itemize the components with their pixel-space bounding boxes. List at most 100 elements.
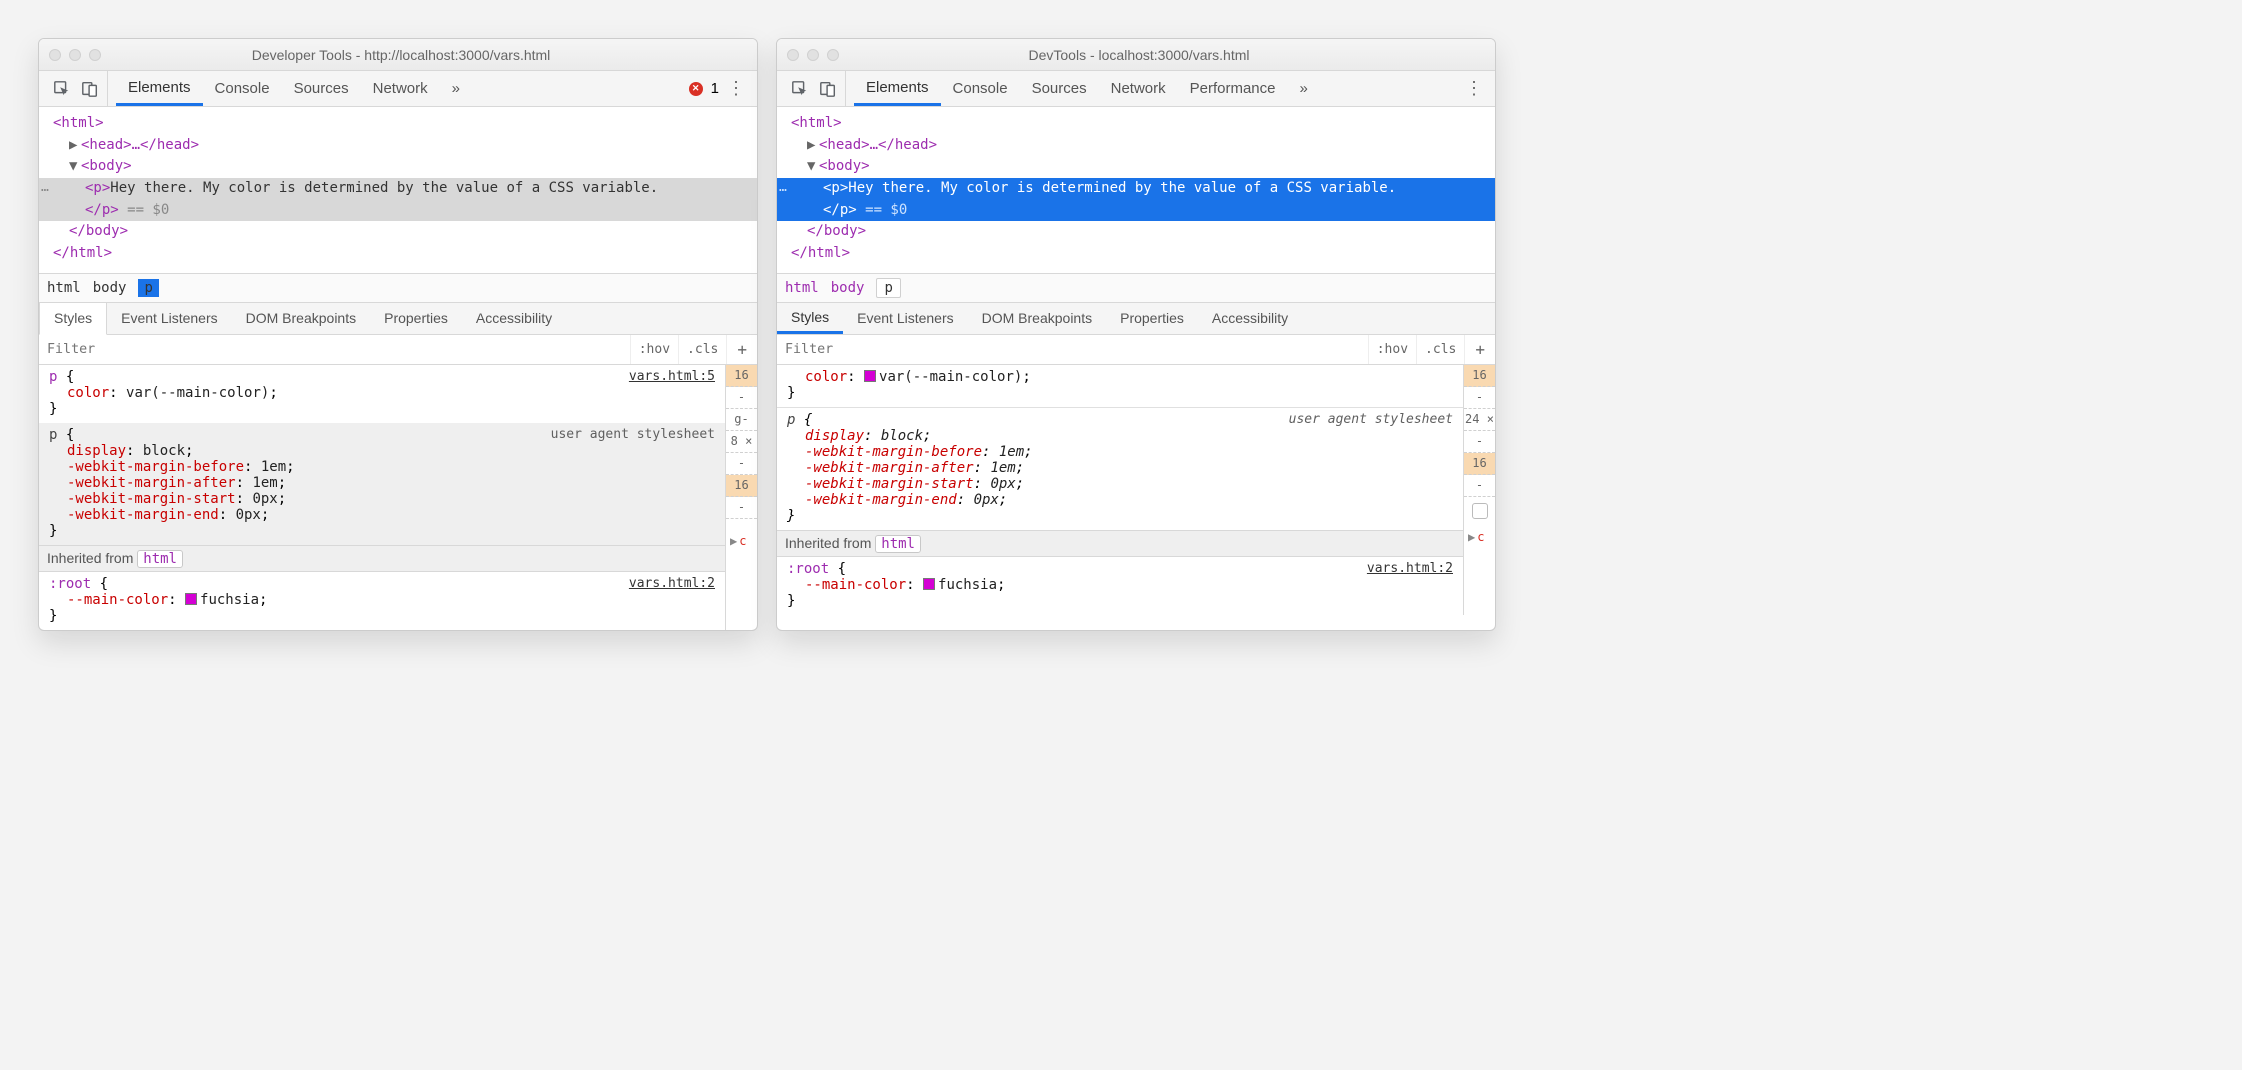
tab-event-listeners[interactable]: Event Listeners: [843, 303, 968, 334]
expand-icon[interactable]: ▶: [69, 135, 81, 157]
style-declaration[interactable]: -webkit-margin-after: 1em;: [787, 460, 1453, 476]
tab-event-listeners[interactable]: Event Listeners: [107, 303, 232, 334]
dom-html-close[interactable]: </html>: [39, 243, 757, 265]
style-declaration[interactable]: -webkit-margin-end: 0px;: [49, 507, 715, 523]
tab-dom-breakpoints[interactable]: DOM Breakpoints: [968, 303, 1106, 334]
tab-styles[interactable]: Styles: [777, 303, 843, 334]
dom-body-open[interactable]: ▼<body>: [39, 156, 757, 178]
breadcrumb-body[interactable]: body: [93, 280, 127, 296]
breadcrumb-html[interactable]: html: [785, 280, 819, 296]
expand-icon[interactable]: ▶: [807, 135, 819, 157]
style-declaration[interactable]: color: var(--main-color);: [787, 369, 1453, 385]
dom-p-close[interactable]: </p> == $0: [777, 200, 1495, 222]
collapse-icon[interactable]: ▼: [69, 156, 81, 178]
dom-html-close[interactable]: </html>: [777, 243, 1495, 265]
rule-origin-link[interactable]: vars.html:2: [1367, 561, 1453, 576]
color-swatch-icon[interactable]: [923, 578, 935, 590]
tab-accessibility[interactable]: Accessibility: [1198, 303, 1302, 334]
style-rule-ua[interactable]: user agent stylesheet p { display: block…: [39, 423, 725, 545]
tab-network[interactable]: Network: [1099, 71, 1178, 106]
error-count[interactable]: 1: [711, 80, 719, 97]
settings-menu-icon[interactable]: ⋮: [1465, 78, 1483, 99]
tab-dom-breakpoints[interactable]: DOM Breakpoints: [232, 303, 370, 334]
style-declaration[interactable]: -webkit-margin-after: 1em;: [49, 475, 715, 491]
tab-console[interactable]: Console: [941, 71, 1020, 106]
color-swatch-icon[interactable]: [864, 370, 876, 382]
device-icon[interactable]: [819, 80, 837, 98]
tab-elements[interactable]: Elements: [854, 71, 941, 106]
rule-origin-link[interactable]: vars.html:2: [629, 576, 715, 591]
style-rule-root[interactable]: vars.html:2 :root { --main-color: fuchsi…: [39, 572, 725, 630]
hov-button[interactable]: :hov: [630, 335, 678, 364]
filter-input[interactable]: [39, 342, 630, 357]
style-rule-root[interactable]: vars.html:2 :root { --main-color: fuchsi…: [777, 557, 1463, 615]
tab-elements[interactable]: Elements: [116, 71, 203, 106]
style-declaration[interactable]: color: var(--main-color);: [49, 385, 715, 401]
inspect-icon[interactable]: [791, 80, 809, 98]
rule-selector[interactable]: :root: [49, 576, 91, 592]
dom-body-close[interactable]: </body>: [777, 221, 1495, 243]
error-count-icon[interactable]: ✕: [689, 82, 703, 96]
style-rule-ua[interactable]: user agent stylesheet p { display: block…: [777, 408, 1463, 530]
dom-html-open[interactable]: <html>: [39, 113, 757, 135]
style-rule-p[interactable]: color: var(--main-color); }: [777, 365, 1463, 408]
style-declaration[interactable]: -webkit-margin-start: 0px;: [787, 476, 1453, 492]
style-declaration[interactable]: display: block;: [49, 443, 715, 459]
style-declaration[interactable]: -webkit-margin-end: 0px;: [787, 492, 1453, 508]
breadcrumb: html body p: [39, 273, 757, 303]
style-rule-p[interactable]: vars.html:5 p { color: var(--main-color)…: [39, 365, 725, 423]
new-style-rule-button[interactable]: +: [726, 335, 757, 364]
rule-selector[interactable]: p: [49, 369, 57, 385]
style-declaration[interactable]: --main-color: fuchsia;: [787, 577, 1453, 593]
rule-selector[interactable]: p: [49, 427, 57, 443]
dom-body-open[interactable]: ▼<body>: [777, 156, 1495, 178]
tab-network[interactable]: Network: [361, 71, 440, 106]
style-declaration[interactable]: -webkit-margin-before: 1em;: [787, 444, 1453, 460]
hov-button[interactable]: :hov: [1368, 335, 1416, 364]
dom-p-selected[interactable]: <p>Hey there. My color is determined by …: [777, 178, 1495, 200]
style-declaration[interactable]: -webkit-margin-before: 1em;: [49, 459, 715, 475]
tab-performance[interactable]: Performance: [1178, 71, 1288, 106]
gutter-checkbox[interactable]: [1464, 497, 1495, 525]
titlebar: Developer Tools - http://localhost:3000/…: [39, 39, 757, 71]
new-style-rule-button[interactable]: +: [1464, 335, 1495, 364]
cls-button[interactable]: .cls: [678, 335, 726, 364]
device-icon[interactable]: [81, 80, 99, 98]
dom-p-close[interactable]: </p> == $0: [39, 200, 757, 222]
dom-p-selected[interactable]: <p>Hey there. My color is determined by …: [39, 178, 757, 200]
tab-styles[interactable]: Styles: [39, 303, 107, 335]
dom-html-open[interactable]: <html>: [777, 113, 1495, 135]
collapse-icon[interactable]: ▼: [807, 156, 819, 178]
tab-console[interactable]: Console: [203, 71, 282, 106]
tab-properties[interactable]: Properties: [1106, 303, 1198, 334]
cls-button[interactable]: .cls: [1416, 335, 1464, 364]
tab-accessibility[interactable]: Accessibility: [462, 303, 566, 334]
gutter-cell: 16: [726, 475, 757, 497]
inherited-tag-link[interactable]: html: [137, 550, 183, 568]
tab-sources[interactable]: Sources: [1020, 71, 1099, 106]
tab-properties[interactable]: Properties: [370, 303, 462, 334]
inherited-tag-link[interactable]: html: [875, 535, 921, 553]
color-swatch-icon[interactable]: [185, 593, 197, 605]
filter-input[interactable]: [777, 342, 1368, 357]
dom-tree[interactable]: <html> ▶<head>…</head> ▼<body> <p>Hey th…: [777, 107, 1495, 273]
tab-sources[interactable]: Sources: [282, 71, 361, 106]
breadcrumb-p[interactable]: p: [876, 278, 900, 298]
tabs-overflow-icon[interactable]: »: [440, 71, 469, 106]
style-declaration[interactable]: -webkit-margin-start: 0px;: [49, 491, 715, 507]
breadcrumb-body[interactable]: body: [831, 280, 865, 296]
rule-origin-link[interactable]: vars.html:5: [629, 369, 715, 384]
settings-menu-icon[interactable]: ⋮: [727, 78, 745, 99]
tabs-overflow-icon[interactable]: »: [1288, 71, 1317, 106]
dom-body-close[interactable]: </body>: [39, 221, 757, 243]
rule-selector[interactable]: p: [787, 412, 795, 428]
style-declaration[interactable]: --main-color: fuchsia;: [49, 592, 715, 608]
dom-tree[interactable]: <html> ▶<head>…</head> ▼<body> <p>Hey th…: [39, 107, 757, 273]
style-declaration[interactable]: display: block;: [787, 428, 1453, 444]
dom-head[interactable]: ▶<head>…</head>: [777, 135, 1495, 157]
breadcrumb-p[interactable]: p: [138, 279, 158, 297]
breadcrumb-html[interactable]: html: [47, 280, 81, 296]
inspect-icon[interactable]: [53, 80, 71, 98]
dom-head[interactable]: ▶<head>…</head>: [39, 135, 757, 157]
rule-selector[interactable]: :root: [787, 561, 829, 577]
